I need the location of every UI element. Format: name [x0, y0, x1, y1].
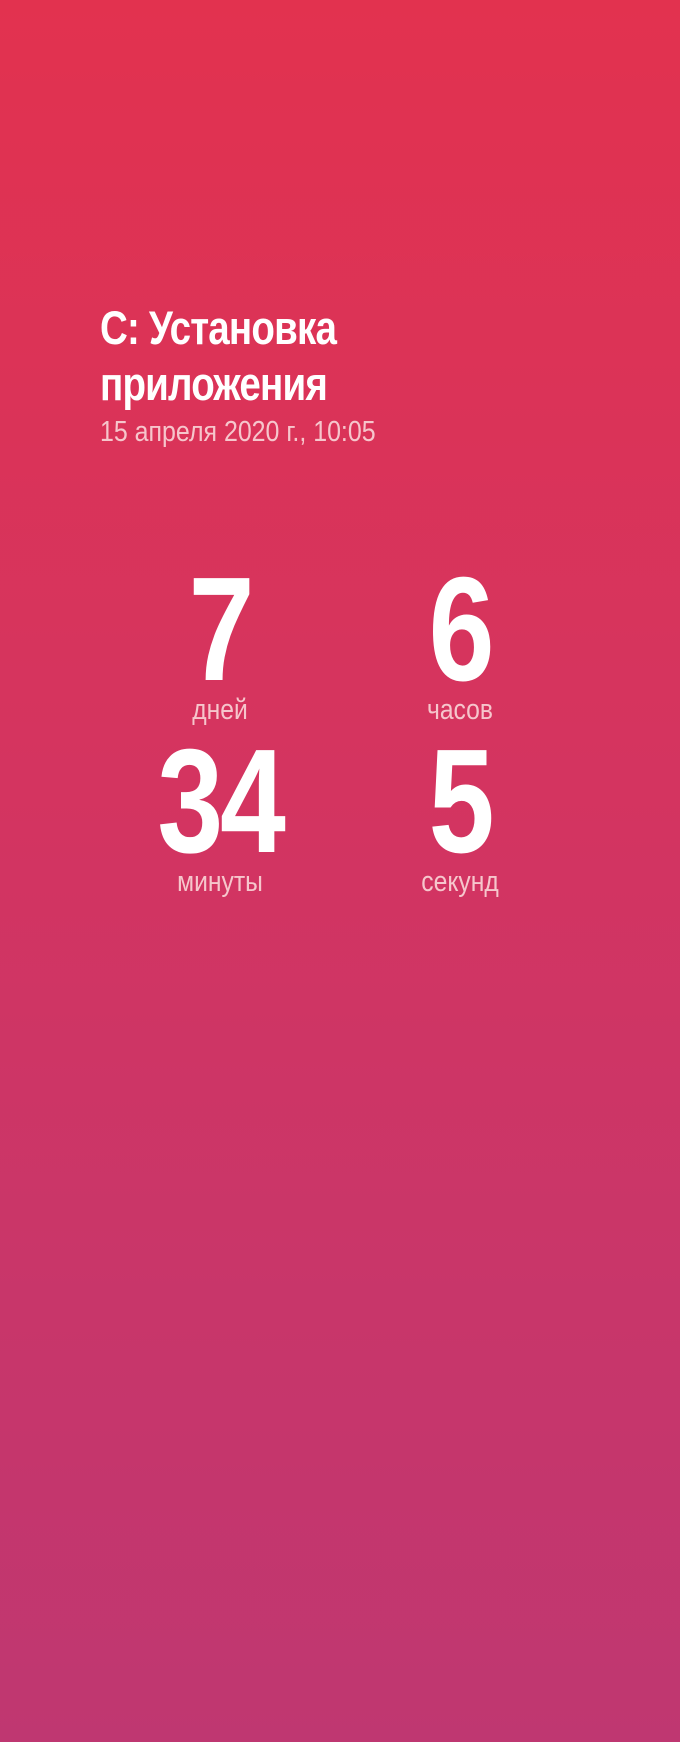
- countdown-hours: 6 часов: [350, 555, 570, 727]
- hours-value: 6: [428, 547, 495, 712]
- event-title: C: Установка приложения: [100, 300, 526, 412]
- countdown-days: 7 дней: [110, 555, 330, 727]
- event-title-line-2: приложения: [100, 357, 328, 410]
- seconds-label: секунд: [421, 866, 499, 898]
- days-value: 7: [188, 547, 255, 712]
- minutes-value: 34: [157, 719, 286, 884]
- seconds-value: 5: [428, 719, 495, 884]
- event-datetime: 15 апреля 2020 г., 10:05: [100, 416, 376, 448]
- countdown-minutes: 34 минуты: [110, 727, 330, 899]
- event-title-line-1: C: Установка: [100, 301, 337, 354]
- minutes-label: минуты: [177, 866, 263, 898]
- countdown-seconds: 5 секунд: [350, 727, 570, 899]
- event-header: C: Установка приложения 15 апреля 2020 г…: [100, 300, 620, 452]
